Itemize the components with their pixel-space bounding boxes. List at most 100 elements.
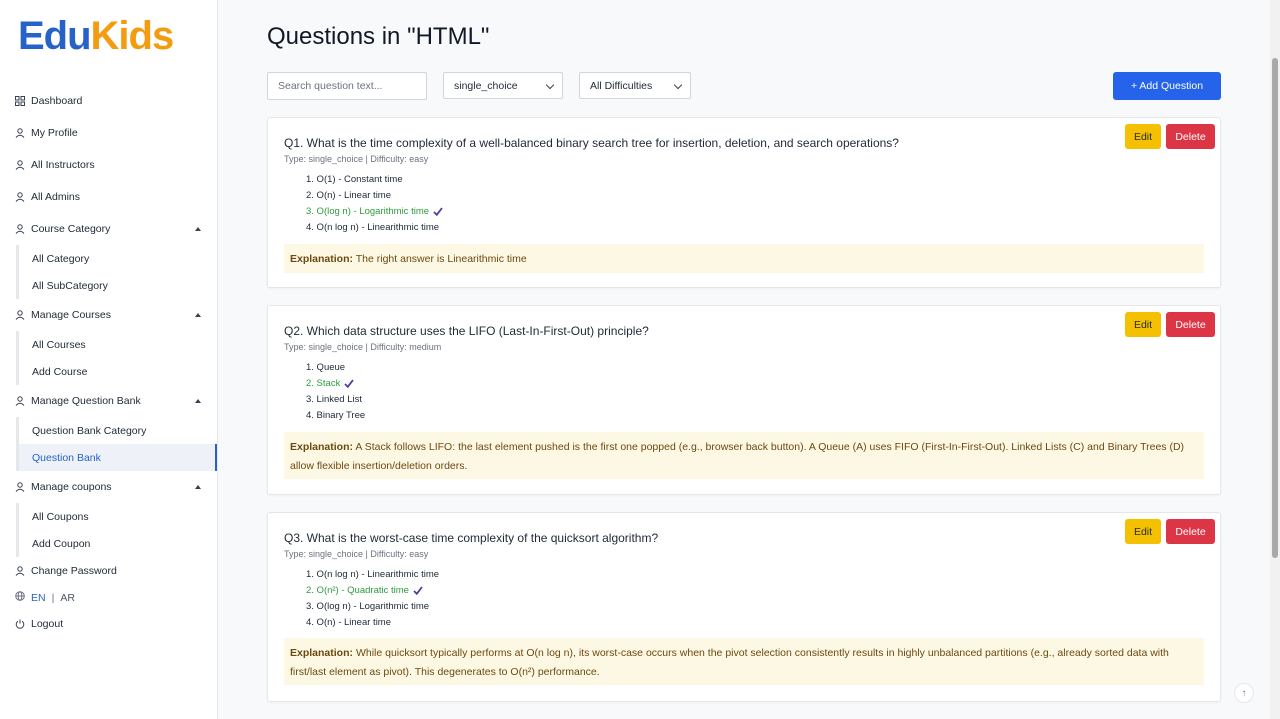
delete-button[interactable]: Delete	[1166, 312, 1215, 337]
option-text: 1. O(n log n) - Linearithmic time	[306, 568, 440, 580]
caret-up-icon	[195, 399, 201, 403]
chevron-down-icon	[673, 80, 683, 90]
option-item: 4. Binary Tree	[306, 407, 365, 423]
sidebar-item-my-profile[interactable]: My Profile	[0, 117, 217, 149]
toolbar: single_choice All Difficulties + Add Que…	[267, 72, 1221, 100]
sidebar-item-all-subcategory[interactable]: All SubCategory	[19, 272, 217, 299]
sidebar-item-course-category[interactable]: Course Category	[0, 213, 217, 245]
page-scrollbar[interactable]	[1270, 0, 1280, 719]
option-item: 4. O(n log n) - Linearithmic time	[306, 219, 443, 235]
check-icon	[413, 585, 423, 595]
language-switcher: EN | AR	[0, 585, 217, 610]
search-input[interactable]	[267, 72, 427, 100]
scroll-to-top-button[interactable]: ↑	[1234, 683, 1254, 703]
lang-en-link[interactable]: EN	[31, 592, 46, 604]
edukids-logo[interactable]: EduKids	[18, 14, 174, 59]
scrollbar-thumb[interactable]	[1272, 58, 1278, 558]
chevron-down-icon	[545, 80, 555, 90]
sidebar-item-label: Logout	[31, 617, 64, 630]
explanation-label: Explanation:	[290, 253, 354, 265]
option-text: 1. Queue	[306, 361, 346, 373]
question-card: Edit Delete Q3. What is the worst-case t…	[267, 512, 1221, 702]
option-item: 1. O(n log n) - Linearithmic time	[306, 566, 439, 582]
question-actions: Edit Delete	[1125, 519, 1215, 544]
sidebar-item-add-course[interactable]: Add Course	[19, 358, 217, 385]
sidebar-item-label: Manage coupons	[31, 481, 112, 493]
sidebar-item-label: All Instructors	[31, 159, 95, 171]
sidebar-item-manage-courses[interactable]: Manage Courses	[0, 299, 217, 331]
sidebar-item-label: Manage Question Bank	[31, 395, 141, 407]
submenu-manage-courses: All Courses Add Course	[16, 331, 217, 385]
difficulty-filter-value: All Difficulties	[590, 79, 653, 92]
option-item-correct: 2. Stack	[306, 375, 365, 391]
option-text: 4. O(n) - Linear time	[306, 616, 391, 628]
option-text: 3. O(log n) - Logarithmic time	[306, 205, 430, 217]
delete-button[interactable]: Delete	[1166, 124, 1215, 149]
sidebar-item-all-admins[interactable]: All Admins	[0, 181, 217, 213]
caret-up-icon	[195, 485, 201, 489]
option-item-correct: 3. O(log n) - Logarithmic time	[306, 203, 443, 219]
sidebar-item-dashboard[interactable]: Dashboard	[0, 85, 217, 117]
sidebar-item-change-password[interactable]: Change Password	[0, 557, 217, 585]
lang-ar-link[interactable]: AR	[60, 592, 75, 604]
add-question-button[interactable]: + Add Question	[1113, 72, 1221, 100]
caret-up-icon	[195, 227, 201, 231]
sidebar-item-question-bank[interactable]: Question Bank	[19, 444, 217, 471]
sidebar-item-all-instructors[interactable]: All Instructors	[0, 149, 217, 181]
option-text: 4. O(n log n) - Linearithmic time	[306, 221, 440, 233]
explanation-text: A Stack follows LIFO: the last element p…	[290, 441, 1185, 472]
sidebar-item-label: Change Password	[31, 565, 117, 577]
globe-icon	[15, 591, 25, 604]
sidebar-item-manage-question-bank[interactable]: Manage Question Bank	[0, 385, 217, 417]
edit-button[interactable]: Edit	[1125, 519, 1161, 544]
grid-icon	[15, 96, 25, 106]
sidebar-item-label: Course Category	[31, 223, 111, 235]
difficulty-filter-select[interactable]: All Difficulties	[579, 72, 691, 99]
submenu-manage-question-bank: Question Bank Category Question Bank	[16, 417, 217, 471]
lang-separator: |	[51, 591, 55, 604]
sidebar-item-label: My Profile	[31, 127, 78, 139]
submenu-course-category: All Category All SubCategory	[16, 245, 217, 299]
power-icon	[15, 619, 25, 629]
sidebar-item-all-category[interactable]: All Category	[19, 245, 217, 272]
sidebar-item-manage-coupons[interactable]: Manage coupons	[0, 471, 217, 503]
sidebar-item-label: Manage Courses	[31, 309, 111, 321]
option-item: 3. Linked List	[306, 391, 365, 407]
sidebar-item-all-courses[interactable]: All Courses	[19, 331, 217, 358]
delete-button[interactable]: Delete	[1166, 519, 1215, 544]
option-item: 3. O(log n) - Logarithmic time	[306, 598, 439, 614]
option-text: 4. Binary Tree	[306, 409, 366, 421]
explanation-box: Explanation: While quicksort typically p…	[284, 638, 1204, 685]
question-actions: Edit Delete	[1125, 312, 1215, 337]
user-icon	[15, 192, 25, 202]
explanation-box: Explanation: A Stack follows LIFO: the l…	[284, 432, 1204, 479]
option-item: 1. O(1) - Constant time	[306, 171, 443, 187]
sidebar-nav: Dashboard My Profile All Instructors All…	[0, 85, 217, 637]
check-icon	[344, 378, 355, 388]
sidebar-item-question-bank-category[interactable]: Question Bank Category	[19, 417, 217, 444]
option-item: 1. Queue	[306, 359, 365, 375]
edit-button[interactable]: Edit	[1125, 312, 1161, 337]
arrow-up-icon: ↑	[1241, 687, 1247, 699]
sidebar-item-all-coupons[interactable]: All Coupons	[19, 503, 217, 530]
option-item: 4. O(n) - Linear time	[306, 614, 439, 630]
caret-up-icon	[195, 313, 201, 317]
explanation-box: Explanation: The right answer is Lineari…	[284, 244, 1204, 273]
question-meta: Type: single_choice | Difficulty: medium	[284, 342, 442, 352]
explanation-label: Explanation:	[290, 647, 354, 659]
question-title: Q2. Which data structure uses the LIFO (…	[284, 324, 649, 338]
edit-button[interactable]: Edit	[1125, 124, 1161, 149]
question-meta: Type: single_choice | Difficulty: easy	[284, 549, 429, 559]
type-filter-select[interactable]: single_choice	[443, 72, 563, 99]
user-icon	[15, 396, 25, 406]
question-meta: Type: single_choice | Difficulty: easy	[284, 154, 429, 164]
user-icon	[15, 160, 25, 170]
option-text: 2. O(n) - Linear time	[306, 189, 391, 201]
sidebar-item-add-coupon[interactable]: Add Coupon	[19, 530, 217, 557]
question-title: Q1. What is the time complexity of a wel…	[284, 136, 899, 150]
type-filter-value: single_choice	[454, 79, 518, 92]
user-icon	[15, 482, 25, 492]
check-icon	[433, 206, 443, 216]
user-icon	[15, 310, 25, 320]
sidebar-item-logout[interactable]: Logout	[0, 610, 217, 637]
